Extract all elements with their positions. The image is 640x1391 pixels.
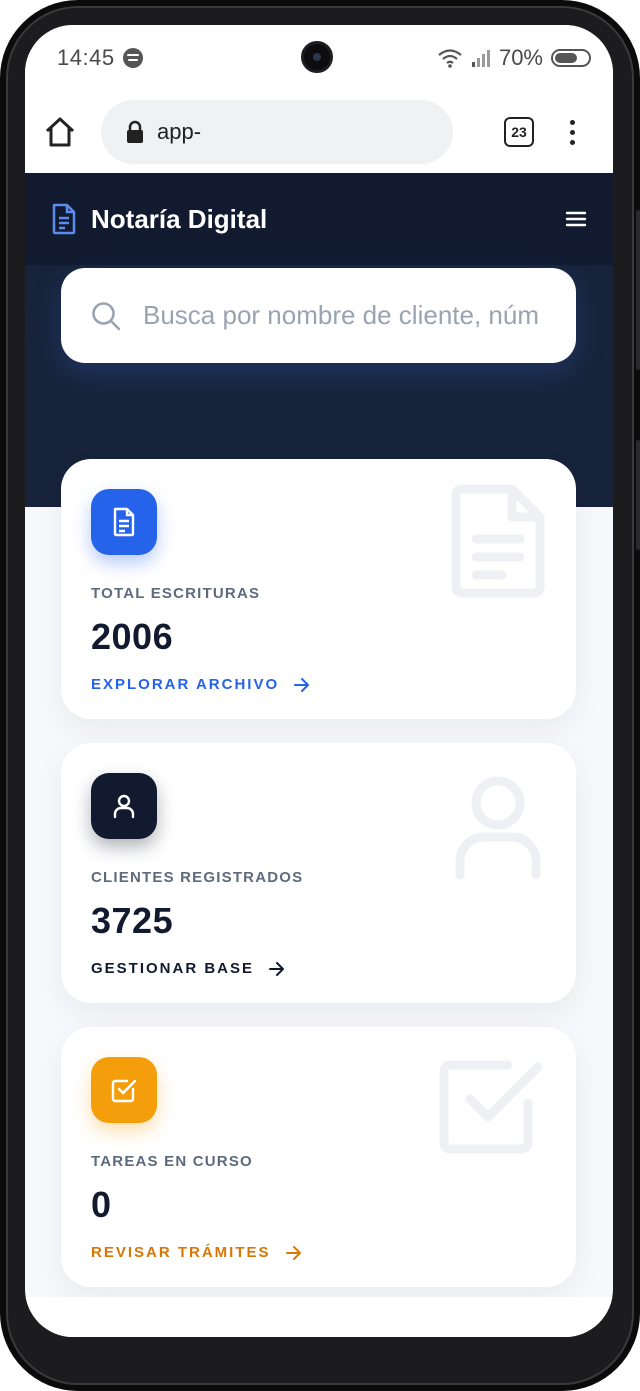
power-button bbox=[636, 440, 640, 550]
document-watermark-icon bbox=[451, 484, 545, 598]
card-link-label: GESTIONAR BASE bbox=[91, 960, 255, 977]
status-time: 14:45 bbox=[57, 45, 115, 70]
arrow-right-icon bbox=[294, 677, 310, 692]
front-camera bbox=[301, 41, 333, 73]
card-value: 3725 bbox=[91, 900, 174, 941]
card-value: 0 bbox=[91, 1184, 112, 1225]
search-box bbox=[61, 268, 576, 363]
home-icon[interactable] bbox=[43, 115, 77, 149]
hamburger-menu-icon[interactable] bbox=[565, 210, 587, 228]
url-bar[interactable]: app- bbox=[101, 100, 453, 164]
screen: 14:45 70% app- 23 Notaría Digital Busca … bbox=[25, 25, 613, 1337]
arrow-right-icon bbox=[285, 1245, 301, 1260]
search-icon bbox=[92, 301, 121, 330]
bottom-bar bbox=[25, 1297, 613, 1337]
battery-level bbox=[555, 53, 578, 63]
tab-count: 23 bbox=[511, 124, 527, 140]
search-input[interactable] bbox=[143, 300, 543, 331]
revisar-tramites-link[interactable]: REVISAR TRÁMITES bbox=[91, 1244, 546, 1261]
check-square-watermark-icon bbox=[439, 1060, 543, 1154]
app-header: Notaría Digital bbox=[25, 173, 613, 265]
volume-button bbox=[636, 210, 640, 370]
url-text: app- bbox=[157, 119, 202, 144]
card-clientes-registrados: CLIENTES REGISTRADOS 3725 GESTIONAR BASE bbox=[61, 743, 576, 1003]
lock-icon bbox=[127, 120, 143, 143]
user-icon bbox=[91, 773, 157, 839]
card-value: 2006 bbox=[91, 616, 174, 657]
signal-icon bbox=[471, 50, 490, 67]
battery-percent: 70% bbox=[498, 45, 543, 70]
card-tareas-en-curso: TAREAS EN CURSO 0 REVISAR TRÁMITES bbox=[61, 1027, 576, 1287]
status-right: 70% bbox=[437, 45, 591, 71]
document-logo-icon bbox=[52, 203, 76, 235]
card-total-escrituras: TOTAL ESCRITURAS 2006 EXPLORAR ARCHIVO bbox=[61, 459, 576, 719]
check-square-icon bbox=[91, 1057, 157, 1123]
user-watermark-icon bbox=[455, 776, 541, 880]
explorar-archivo-link[interactable]: EXPLORAR ARCHIVO bbox=[91, 676, 546, 693]
phone-frame: 14:45 70% app- 23 Notaría Digital Busca … bbox=[0, 0, 640, 1391]
browser-toolbar: app- 23 bbox=[25, 91, 613, 173]
spotify-icon bbox=[122, 48, 143, 68]
tab-switcher-button[interactable]: 23 bbox=[504, 117, 534, 147]
document-icon bbox=[91, 489, 157, 555]
card-link-label: REVISAR TRÁMITES bbox=[91, 1244, 271, 1261]
card-link-label: EXPLORAR ARCHIVO bbox=[91, 676, 280, 693]
gestionar-base-link[interactable]: GESTIONAR BASE bbox=[91, 960, 546, 977]
battery-icon bbox=[551, 49, 591, 67]
arrow-right-icon bbox=[269, 961, 285, 976]
status-bar: 14:45 70% bbox=[25, 25, 613, 91]
browser-menu-icon[interactable] bbox=[570, 119, 575, 145]
wifi-icon bbox=[438, 49, 462, 68]
app-title: Notaría Digital bbox=[91, 203, 268, 234]
